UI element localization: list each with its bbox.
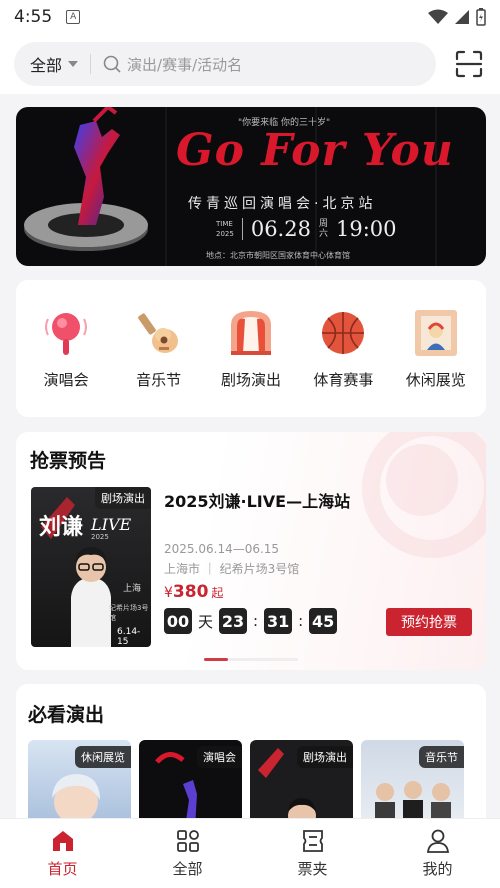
presale-section: 抢票预告 刘谦 LIVE 2025 上海 纪希片场3号馆 6.14-15 剧场演… [16, 432, 486, 670]
indicator-active [204, 658, 228, 661]
category-filter-dropdown[interactable]: 全部 [30, 52, 79, 76]
search-bar: 全部 演出/赛事/活动名 [14, 42, 436, 86]
banner-date: 06.28 [250, 217, 311, 241]
basketball-icon [322, 312, 365, 354]
poster-date: 6.14-15 [117, 627, 141, 647]
concert-icon [45, 313, 88, 355]
event-price: ¥380 起 [164, 582, 223, 602]
bottom-tab-bar: 首页 全部 票夹 我的 [0, 818, 500, 888]
home-icon [52, 831, 73, 851]
category-tag: 音乐节 [419, 746, 464, 768]
tab-home[interactable]: 首页 [23, 828, 103, 879]
countdown-days: 00 [164, 608, 192, 634]
category-exhibition[interactable]: 休闲展览 [392, 307, 480, 390]
guitar-icon [137, 313, 178, 353]
section-title: 抢票预告 [30, 450, 107, 472]
status-bar: 4:55 A [0, 0, 500, 34]
price-value: 380 [172, 582, 209, 602]
wifi-icon [428, 9, 448, 24]
reserve-ticket-button[interactable]: 预约抢票 [386, 608, 472, 636]
status-time: 4:55 [14, 7, 53, 27]
category-music-festival[interactable]: 音乐节 [115, 307, 203, 390]
category-label: 演唱会 [43, 371, 89, 389]
countdown-minutes: 31 [264, 608, 293, 634]
category-tag: 休闲展览 [75, 746, 131, 768]
poster-year: 2025 [91, 533, 109, 541]
carousel-indicator [204, 658, 298, 661]
category-label: 音乐节 [136, 371, 182, 389]
category-grid: 演唱会 音乐节 剧场演出 体育赛事 休闲展览 [16, 280, 486, 417]
countdown-hours: 23 [219, 608, 248, 634]
category-tag: 剧场演出 [95, 487, 151, 509]
countdown-colon: : [298, 612, 304, 630]
tab-label: 我的 [422, 860, 453, 878]
status-icons [428, 8, 486, 26]
countdown-days-label: 天 [198, 612, 214, 631]
theater-icon [230, 311, 271, 355]
tab-profile[interactable]: 我的 [398, 828, 478, 879]
category-concert[interactable]: 演唱会 [22, 307, 110, 390]
banner-year-top: TIME [216, 220, 233, 228]
banner-weekday: 六 [318, 229, 328, 239]
countdown-seconds: 45 [309, 608, 338, 634]
indicator-track [228, 658, 298, 661]
banner-year: 2025 [216, 230, 234, 238]
price-currency: ¥ [164, 585, 173, 601]
search-placeholder: 演出/赛事/活动名 [127, 55, 243, 74]
category-theater[interactable]: 剧场演出 [207, 307, 295, 390]
poster-live: LIVE [91, 515, 132, 534]
notification-a-icon: A [66, 10, 81, 24]
banner-title: Go For You [176, 125, 454, 176]
banner-venue: 地点：北京市朝阳区国家体育中心体育馆 [206, 251, 350, 260]
banner-year-block: TIME 2025 [216, 219, 234, 239]
category-tag: 剧场演出 [297, 746, 353, 768]
caret-down-icon [68, 61, 79, 67]
tab-tickets[interactable]: 票夹 [273, 828, 353, 879]
tab-label: 票夹 [297, 860, 328, 878]
filter-label: 全部 [30, 56, 63, 75]
battery-icon [476, 8, 486, 26]
event-venue: 上海市 ｜ 纪希片场3号馆 [164, 562, 300, 576]
search-icon [103, 55, 121, 73]
search-input[interactable]: 演出/赛事/活动名 [103, 54, 420, 75]
section-title: 必看演出 [28, 704, 105, 726]
user-icon [426, 829, 449, 853]
event-poster[interactable]: 刘谦 LIVE 2025 上海 纪希片场3号馆 6.14-15 剧场演出 [31, 487, 151, 647]
poster-venue: 纪希片场3号馆 [109, 604, 149, 622]
banner-time: 19:00 [335, 217, 397, 241]
price-suffix: 起 [211, 586, 224, 600]
signal-icon [455, 10, 469, 24]
category-sports[interactable]: 体育赛事 [299, 307, 387, 390]
banner-datetime: TIME 2025 06.28 周 六 19:00 [216, 217, 397, 241]
must-see-section: 必看演出 休闲展览 演唱会 剧场演出 音乐节 [16, 684, 486, 834]
ticket-icon [302, 830, 323, 852]
banner-subtitle: 传青巡回演唱会·北京站 [188, 196, 377, 212]
poster-city: 上海 [123, 584, 142, 594]
category-label: 剧场演出 [220, 371, 281, 389]
countdown-colon: : [253, 612, 259, 630]
banner-weekday-block: 周 六 [319, 219, 328, 239]
tab-all[interactable]: 全部 [148, 828, 228, 879]
tab-label: 全部 [172, 860, 203, 878]
promo-banner[interactable]: "你要来临 你的三十岁" Go For You 传青巡回演唱会·北京站 TIME… [16, 107, 486, 266]
category-tag: 演唱会 [197, 746, 242, 768]
decoration [386, 444, 458, 516]
tab-label: 首页 [47, 860, 78, 878]
scan-icon[interactable] [454, 49, 484, 79]
grid-icon [176, 830, 199, 852]
banner-weekday-top: 周 [318, 219, 328, 229]
search-row: 全部 演出/赛事/活动名 [0, 34, 500, 94]
sale-countdown: 00 天 23 : 31 : 45 [164, 608, 338, 634]
painting-icon [414, 310, 457, 356]
divider [241, 218, 243, 240]
event-name[interactable]: 2025刘谦·LIVE—上海站 [164, 488, 350, 512]
category-label: 休闲展览 [405, 371, 466, 389]
poster-title: 刘谦 [39, 514, 84, 540]
divider [90, 54, 92, 74]
category-label: 体育赛事 [313, 371, 374, 389]
event-date: 2025.06.14—06.15 [164, 542, 280, 556]
